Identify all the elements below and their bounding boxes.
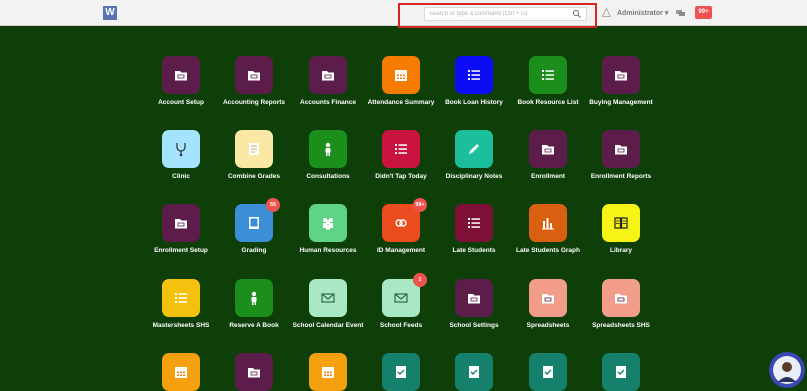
app-tile-icon-box[interactable] [162,279,200,317]
open-book-icon [614,217,628,229]
folder-icon [175,219,187,229]
tile-count-badge: 99+ [413,198,427,212]
app-tile-icon-box[interactable] [455,204,493,242]
app-tile-icon-box[interactable] [455,130,493,168]
folder-icon [248,368,260,378]
list-icon [468,70,480,80]
pencil-icon [469,144,479,154]
chat-icon[interactable] [676,9,685,17]
avatar[interactable] [769,352,805,388]
app-tile-icon-box[interactable] [382,56,420,94]
calendar-icon [322,367,334,378]
app-tile-icon-box[interactable] [235,353,273,391]
app-tile-icon-box[interactable] [529,279,567,317]
app-tile-icon-box[interactable] [602,130,640,168]
folder-icon [468,294,480,304]
list-icon [468,218,480,228]
search-highlight-box [398,3,597,28]
app-tile-icon-box[interactable] [235,130,273,168]
folder-icon [615,145,627,155]
list-icon [395,144,407,154]
app-tile-icon-box[interactable] [455,353,493,391]
mail-icon [321,293,335,303]
app-tile-icon-box[interactable] [602,353,640,391]
link-icon [395,219,407,227]
app-tile-icon-box[interactable] [309,353,347,391]
app-tile-icon-box[interactable] [382,353,420,391]
app-tile-icon-box[interactable] [602,204,640,242]
folder-icon [542,145,554,155]
warning-icon[interactable] [602,8,611,17]
person-icon [251,291,257,305]
app-tile-icon-box[interactable] [235,56,273,94]
app-tile-icon-box[interactable] [235,279,273,317]
app-tile-label[interactable]: Spreadsheets SHS [571,322,671,329]
app-tile-icon-box[interactable] [162,130,200,168]
folder-icon [615,71,627,81]
app-tile-icon-box[interactable] [162,56,200,94]
app-tile-icon-box[interactable] [602,279,640,317]
calendar-icon [395,70,407,81]
folder-icon [248,71,260,81]
folder-icon [175,71,187,81]
notification-badge[interactable]: 99+ [695,6,712,19]
tile-count-badge: 55 [266,198,280,212]
calendar-icon [175,367,187,378]
person-icon [325,142,331,156]
app-tile-icon-box[interactable] [162,353,200,391]
check-note-icon [543,366,553,378]
check-note-icon [396,366,406,378]
app-tile-icon-box[interactable] [309,204,347,242]
app-logo[interactable]: W [103,6,117,20]
app-tile-icon-box[interactable] [529,56,567,94]
people-icon [323,218,333,230]
app-tile-label[interactable]: Enrollment Reports [571,173,671,180]
app-tile-label[interactable]: Library [571,247,671,254]
mail-icon [394,293,408,303]
app-tile-icon-box[interactable] [602,56,640,94]
book-icon [249,217,259,229]
tile-count-badge: 1 [413,273,427,287]
user-menu[interactable]: Administrator ▾ [617,9,668,17]
note-icon [249,143,259,155]
check-note-icon [616,366,626,378]
list-icon [175,293,187,303]
list-icon [542,70,554,80]
check-note-icon [469,366,479,378]
app-tile-icon-box[interactable] [455,56,493,94]
app-tile-icon-box[interactable] [382,130,420,168]
app-tile-icon-box[interactable] [162,204,200,242]
stethoscope-icon [176,143,186,157]
app-tile-icon-box[interactable] [529,204,567,242]
app-tile-icon-box[interactable] [455,279,493,317]
bar-chart-icon [542,218,554,230]
app-tile-label[interactable]: Buying Management [571,99,671,106]
folder-icon [322,71,334,81]
folder-icon [542,294,554,304]
folder-icon [615,294,627,304]
app-tile-icon-box[interactable] [529,130,567,168]
app-tile-icon-box[interactable] [309,279,347,317]
app-tile-icon-box[interactable] [529,353,567,391]
app-tile-icon-box[interactable] [309,56,347,94]
app-tile-icon-box[interactable] [309,130,347,168]
